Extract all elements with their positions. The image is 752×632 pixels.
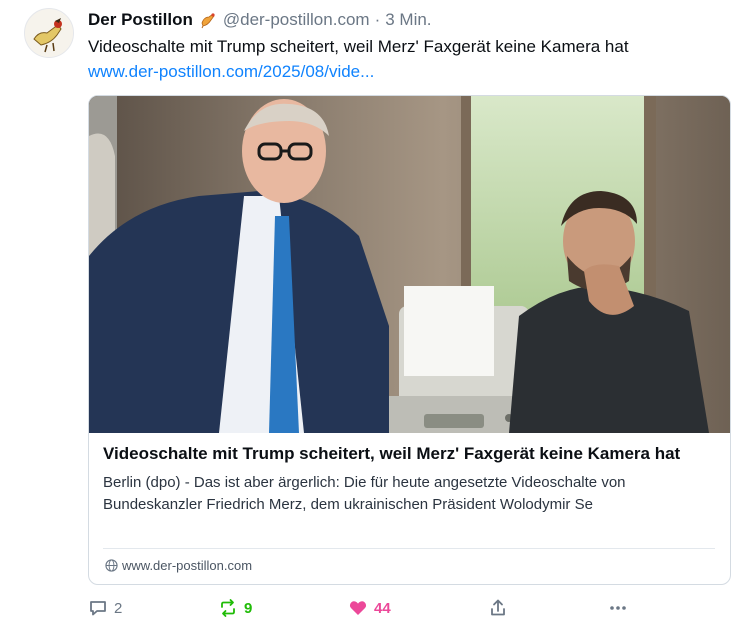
share-button[interactable] bbox=[488, 598, 508, 618]
author-name[interactable]: Der Postillon bbox=[88, 10, 193, 30]
post-time[interactable]: 3 Min. bbox=[385, 10, 431, 30]
more-options-button[interactable] bbox=[608, 598, 628, 618]
globe-icon bbox=[105, 559, 118, 572]
post-text: Videoschalte mit Trump scheitert, weil M… bbox=[88, 37, 629, 56]
more-icon bbox=[610, 606, 626, 610]
reply-count: 2 bbox=[114, 599, 123, 617]
like-count: 44 bbox=[374, 599, 391, 617]
card-title[interactable]: Videoschalte mit Trump scheitert, weil M… bbox=[103, 442, 719, 466]
heart-icon bbox=[349, 601, 367, 615]
card-body: Videoschalte mit Trump scheitert, weil M… bbox=[103, 442, 719, 516]
feed-post[interactable]: Der Postillon @der-postillon.com · 3 Min… bbox=[0, 0, 752, 632]
author-avatar[interactable] bbox=[24, 8, 74, 58]
card-description: Berlin (dpo) - Das ist aber ärgerlich: D… bbox=[103, 474, 626, 513]
photo-merz-zelensky-fax bbox=[89, 96, 730, 433]
card-domain-text: www.der-postillon.com bbox=[122, 558, 253, 573]
post-link[interactable]: www.der-postillon.com/2025/08/vide... bbox=[88, 62, 374, 82]
repost-icon bbox=[221, 599, 235, 617]
reply-icon bbox=[90, 601, 106, 616]
repost-count: 9 bbox=[244, 599, 253, 617]
share-icon bbox=[491, 599, 505, 616]
card-divider bbox=[103, 548, 715, 549]
reply-button[interactable]: 2 bbox=[88, 598, 122, 618]
post-actions: 2 9 44 bbox=[88, 598, 648, 622]
author-handle[interactable]: @der-postillon.com bbox=[223, 10, 370, 30]
card-image[interactable] bbox=[89, 96, 730, 433]
postillon-logo-icon bbox=[25, 9, 73, 57]
card-domain: www.der-postillon.com bbox=[105, 558, 252, 573]
separator-dot: · bbox=[374, 10, 381, 29]
horn-emoji-icon bbox=[199, 11, 217, 29]
post-header: Der Postillon @der-postillon.com · 3 Min… bbox=[88, 8, 432, 32]
like-button[interactable]: 44 bbox=[348, 598, 391, 618]
repost-button[interactable]: 9 bbox=[218, 598, 252, 618]
link-preview-card[interactable]: Videoschalte mit Trump scheitert, weil M… bbox=[88, 95, 731, 585]
